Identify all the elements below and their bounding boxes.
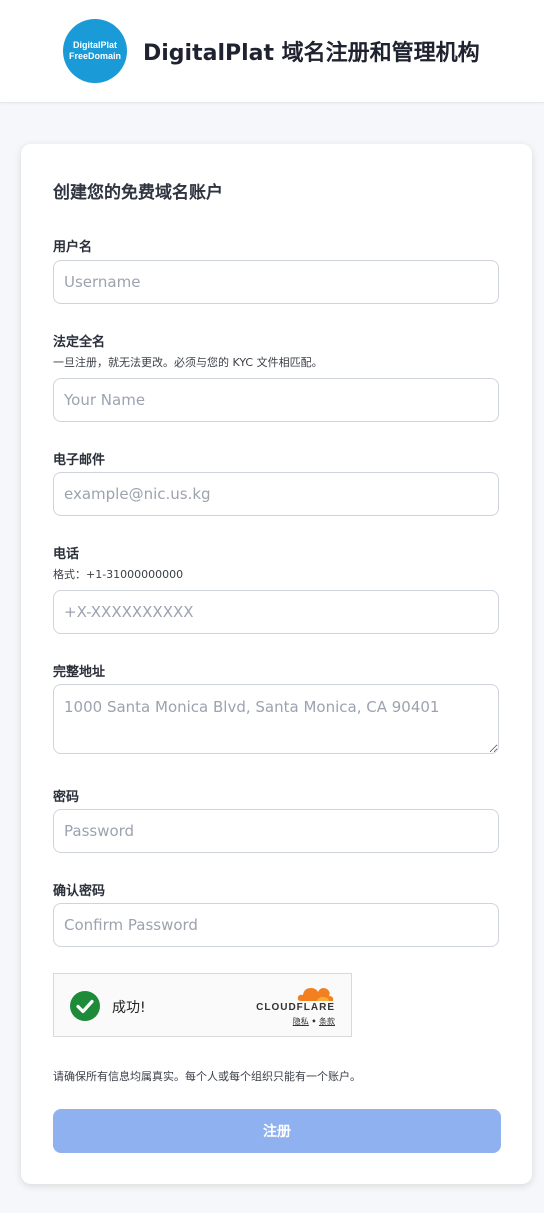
registration-card: 创建您的免费域名账户 用户名 法定全名 一旦注册，就无法更改。必须与您的 KYC…: [21, 144, 532, 1184]
site-logo[interactable]: DigitalPlat FreeDomain: [63, 19, 127, 83]
cloudflare-logo: CLOUDFLARE 隐私 • 条款: [255, 984, 335, 1028]
cloudflare-cloud-icon: [297, 988, 334, 1001]
phone-input[interactable]: [53, 590, 499, 634]
privacy-link[interactable]: 隐私: [293, 1017, 309, 1026]
phone-hint: 格式：+1-31000000000: [53, 568, 184, 581]
form-title: 创建您的免费域名账户: [53, 183, 223, 203]
legal-name-hint: 一旦注册，就无法更改。必须与您的 KYC 文件相匹配。: [53, 356, 323, 369]
register-button[interactable]: 注册: [53, 1109, 501, 1153]
logo-line-1: DigitalPlat: [72, 40, 117, 50]
confirm-password-label: 确认密码: [53, 884, 106, 899]
account-notice: 请确保所有信息均属真实。每个人或每个组织只能有一个账户。: [53, 1070, 361, 1083]
terms-link[interactable]: 条款: [319, 1017, 335, 1026]
site-title: DigitalPlat 域名注册和管理机构: [143, 41, 480, 66]
username-input[interactable]: [53, 260, 499, 304]
cloudflare-wordmark: CLOUDFLARE: [256, 1002, 335, 1013]
password-input[interactable]: [53, 809, 499, 853]
link-separator: •: [311, 1017, 317, 1026]
password-label: 密码: [53, 790, 80, 805]
legal-name-label: 法定全名: [53, 335, 106, 350]
captcha-status: 成功!: [112, 1000, 146, 1016]
address-textarea[interactable]: [53, 684, 499, 754]
phone-label: 电话: [53, 547, 80, 562]
legal-name-input[interactable]: [53, 378, 499, 422]
captcha-links: 隐私 • 条款: [293, 1016, 335, 1027]
email-label: 电子邮件: [53, 453, 106, 468]
turnstile-widget[interactable]: 成功! CLOUDFLARE 隐私 • 条款: [53, 973, 352, 1037]
confirm-password-input[interactable]: [53, 903, 499, 947]
success-check-icon: [70, 991, 100, 1021]
username-label: 用户名: [53, 240, 93, 255]
logo-line-2: FreeDomain: [68, 51, 121, 61]
address-label: 完整地址: [53, 665, 106, 680]
email-input[interactable]: [53, 472, 499, 516]
site-header: DigitalPlat FreeDomain DigitalPlat 域名注册和…: [0, 0, 544, 103]
